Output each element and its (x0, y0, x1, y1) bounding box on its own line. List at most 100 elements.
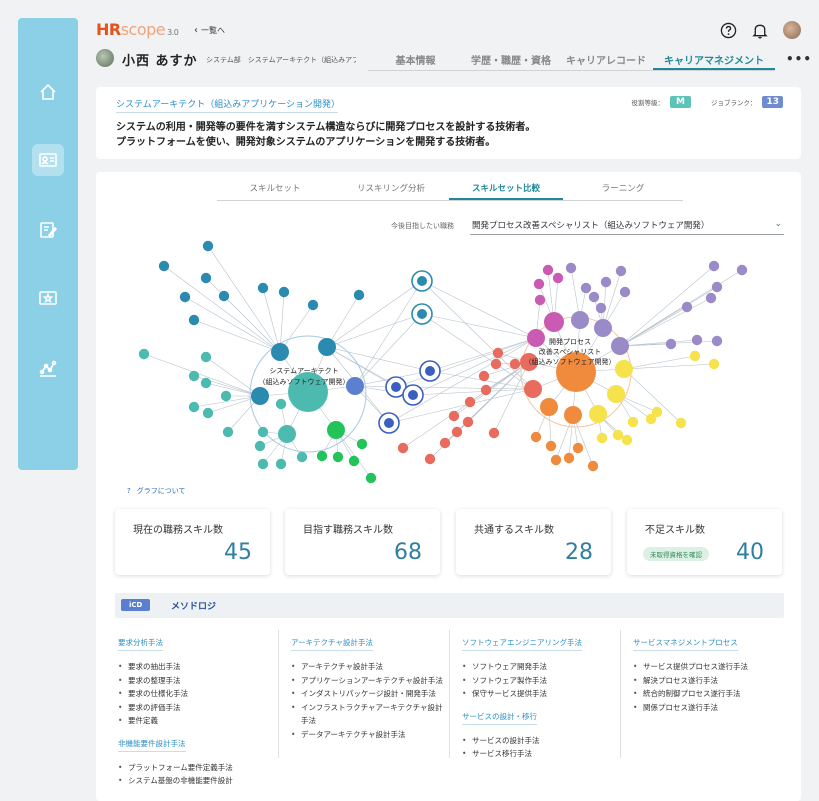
more-options-button[interactable]: ••• (786, 52, 812, 66)
skill-node (675, 417, 687, 429)
skill-node (509, 358, 521, 370)
skill-node (588, 291, 600, 303)
list-item: ソフトウェア製作手法 (462, 674, 619, 688)
role-badges: 役割等級： M ジョブランク： 13 (632, 96, 783, 108)
graph-edge (619, 269, 743, 347)
skill-node (257, 282, 269, 294)
tab-education-career[interactable]: 学歴・職歴・資格 (463, 46, 559, 70)
skill-node (600, 276, 612, 288)
skill-node (530, 431, 542, 443)
logo-version: 3.0 (167, 28, 179, 37)
tab-reskilling-analysis[interactable]: リスキリング分析 (333, 177, 449, 200)
analytics-icon[interactable] (32, 352, 64, 384)
skill-node (179, 291, 191, 303)
current-job-label: （組込みソフトウェア開発） (259, 377, 350, 386)
skill-node (222, 426, 234, 438)
skill-node (705, 292, 717, 304)
stat-card-target: 目指す職務スキル数 68 (285, 509, 440, 575)
list-item: データアーキテクチャ設計手法 (291, 728, 448, 742)
skill-node (552, 272, 564, 284)
graph-edge (429, 337, 537, 372)
graph-edge (163, 265, 281, 353)
skill-node (257, 458, 269, 470)
skill-node (596, 432, 608, 444)
skill-node (424, 453, 436, 465)
tab-basic-info[interactable]: 基本情報 (368, 46, 463, 70)
home-icon[interactable] (32, 76, 64, 108)
skill-node (478, 370, 490, 382)
skill-node (691, 334, 703, 346)
edit-document-icon[interactable] (32, 214, 64, 246)
list-item: インダストリパッケージ設計・開発手法 (291, 687, 448, 701)
user-avatar-menu[interactable] (783, 21, 801, 39)
sub-tabs: スキルセット リスキリング分析 スキルセット比較 ラーニング (217, 177, 683, 201)
rank-label: ジョブランク： (710, 99, 757, 107)
skill-node (417, 276, 427, 286)
graph-edge (421, 280, 537, 339)
stat-value: 40 (736, 540, 764, 565)
skill-node (158, 260, 170, 272)
skill-node (200, 377, 212, 389)
list-item: 要求の抽出手法 (118, 660, 278, 674)
profile-card-icon[interactable] (32, 144, 64, 176)
skill-node (571, 311, 589, 329)
avatar (96, 49, 114, 67)
role-description: システムの利用・開発等の要件を満すシステム構造ならびに開発プロセスを設計する技術… (116, 120, 535, 150)
graph-edge (223, 295, 281, 353)
icd-tag: iCD (121, 599, 151, 611)
role-description-line: プラットフォームを使い、開発対象システムのアプリケーションを開発する技術者。 (116, 137, 496, 148)
unacquired-qualification-chip[interactable]: 未取得資格を確認 (643, 547, 709, 561)
skill-node (188, 314, 200, 326)
skill-node (615, 360, 633, 378)
skill-node (607, 385, 625, 403)
tab-skillset[interactable]: スキルセット (217, 177, 333, 200)
target-job-value: 開発プロセス改善スペシャリスト（組込みソフトウェア開発） (472, 221, 710, 231)
skill-node (462, 416, 474, 428)
back-link-label: 一覧へ (201, 26, 225, 35)
skill-node (296, 451, 308, 463)
bell-icon[interactable] (751, 21, 769, 39)
methodology-title: メソドロジ (171, 602, 217, 612)
rank-badge: 13 (762, 96, 783, 108)
skill-node (332, 451, 344, 463)
skill-node (580, 282, 592, 294)
methodology-column: ソフトウェアエンジニアリング手法 ソフトウェア開発手法 ソフトウェア製作手法 保… (449, 630, 619, 760)
help-icon[interactable] (719, 21, 737, 39)
skill-node (425, 366, 435, 376)
skill-node (542, 264, 554, 276)
list-item: 解決プロセス遂行手法 (633, 674, 785, 688)
back-link[interactable]: ‹ 一覧へ (194, 25, 225, 36)
graph-edge (388, 337, 537, 424)
tab-skillset-comparison[interactable]: スキルセット比較 (449, 177, 563, 200)
skill-node (540, 398, 558, 416)
skill-node (220, 390, 232, 402)
skill-node (533, 278, 545, 290)
skill-node (353, 289, 365, 301)
skill-node (563, 452, 575, 464)
list-item: 要求の整理手法 (118, 674, 278, 688)
graph-help-link[interactable]: ? グラフについて (127, 486, 186, 496)
list-item: 関係プロセス遂行手法 (633, 701, 785, 715)
skill-node (278, 425, 296, 443)
tab-learning[interactable]: ラーニング (563, 177, 683, 200)
skill-node (681, 301, 693, 313)
list-item: インフラストラクチャアーキテクチャ設計手法 (291, 701, 448, 728)
skill-node (200, 272, 212, 284)
tab-career-management[interactable]: キャリアマネジメント (653, 46, 775, 70)
tab-career-record[interactable]: キャリアレコード (559, 46, 653, 70)
graph-edge (412, 388, 534, 396)
logo-hr: HR (96, 20, 121, 39)
star-board-icon[interactable] (32, 282, 64, 314)
top-tabs: 基本情報 学歴・職歴・資格 キャリアレコード キャリアマネジメント (368, 46, 775, 71)
skill-node (451, 426, 463, 438)
methodology-header: iCD メソドロジ (115, 593, 784, 618)
help-icon: ? (127, 487, 131, 495)
list-item: 要件定義 (118, 714, 278, 728)
skill-node (448, 410, 460, 422)
skill-network-graph[interactable]: システムアーキテクト （組込みソフトウェア開発） 開発プロセス 改善スペシャリス… (96, 232, 801, 484)
methodology-column: アーキテクチャ設計手法 アーキテクチャ設計手法 アプリケーションアーキテクチャ設… (278, 630, 448, 758)
methodology-category: サービスの設計・移行 (462, 711, 537, 725)
graph-edge (421, 313, 537, 339)
skill-node (594, 319, 612, 337)
app-logo[interactable]: HRscope 3.0 (96, 20, 179, 39)
